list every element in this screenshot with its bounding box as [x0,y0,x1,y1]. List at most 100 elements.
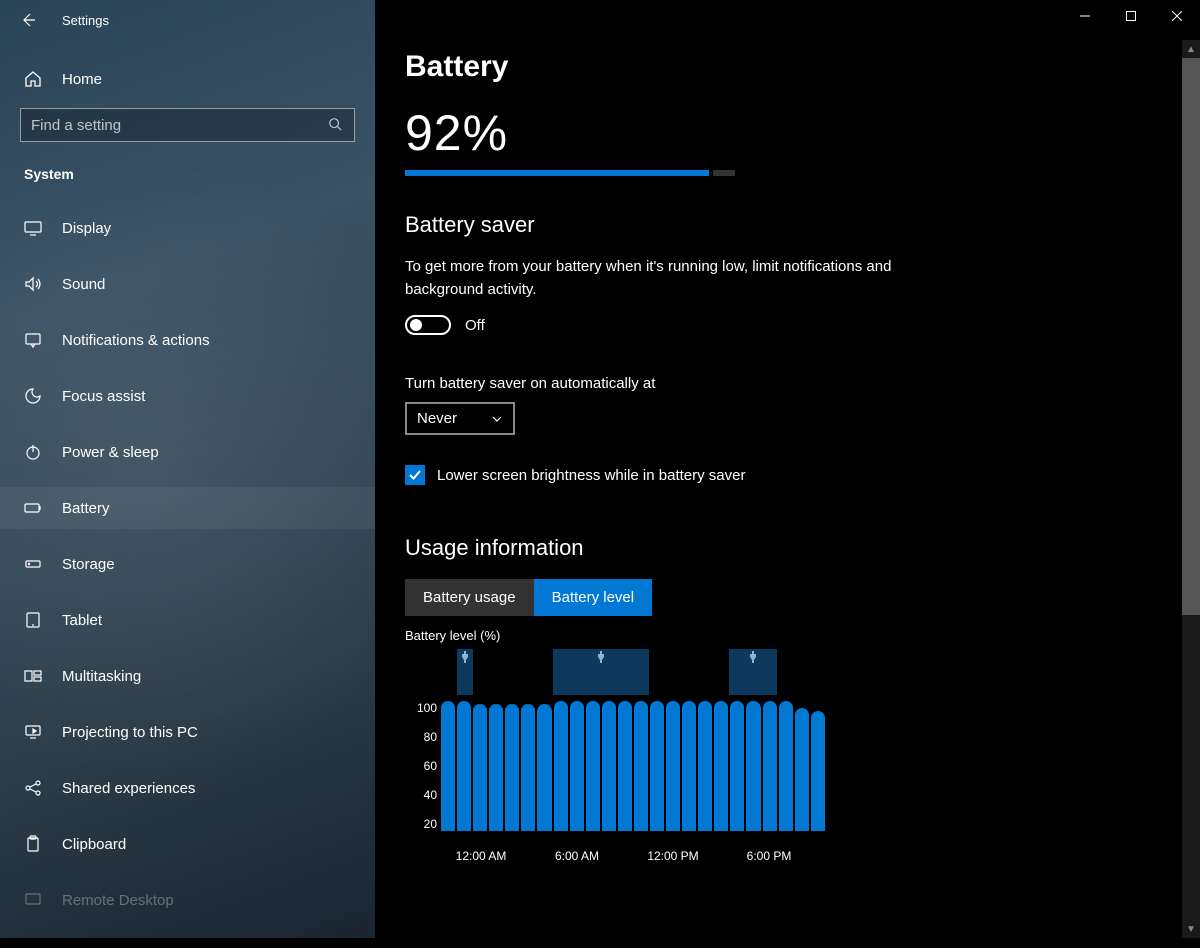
search-box[interactable] [20,108,355,142]
display-icon [24,219,42,237]
sidebar-item-shared-experiences[interactable]: Shared experiences [20,767,355,809]
nav-label: Sound [62,276,105,293]
page-title: Battery [405,50,1170,84]
scroll-down-arrow[interactable]: ▼ [1182,920,1200,938]
auto-on-value: Never [417,410,457,427]
lower-brightness-checkbox[interactable] [405,465,425,485]
chart-bar [554,701,568,831]
nav-label: Remote Desktop [62,892,174,909]
chart-bar [763,701,777,831]
clipboard-icon [24,835,42,853]
minimize-button[interactable] [1062,0,1108,32]
chart-bar [650,701,664,831]
main-panel: Battery 92% Battery saver To get more fr… [375,0,1200,938]
chart-bar [714,701,728,831]
battery-level-chart: 10080604020 12:00 AM6:00 AM12:00 PM6:00 … [405,649,825,849]
sound-icon [24,275,42,293]
search-input[interactable] [31,117,328,134]
usage-tabs: Battery usageBattery level [405,579,1170,616]
y-tick: 60 [405,759,437,773]
chart-bar [457,701,471,831]
nav-label: Shared experiences [62,780,195,797]
sidebar-item-power-sleep[interactable]: Power & sleep [20,431,355,473]
sidebar-item-sound[interactable]: Sound [20,263,355,305]
chart-bar [811,711,825,831]
x-tick: 12:00 PM [647,849,698,863]
chart-bar [795,708,809,832]
battery-percent: 92% [405,104,1170,162]
sidebar-item-clipboard[interactable]: Clipboard [20,823,355,865]
chart-y-axis: 100 80 60 40 20 [405,701,437,831]
chart-bar [489,704,503,831]
sidebar-item-multitasking[interactable]: Multitasking [20,655,355,697]
storage-icon [24,555,42,573]
tab-battery-level[interactable]: Battery level [534,579,653,616]
auto-on-label: Turn battery saver on automatically at [405,375,1170,392]
chart-bar [634,701,648,831]
chevron-down-icon [491,413,503,425]
tab-battery-usage[interactable]: Battery usage [405,579,534,616]
battery-saver-heading: Battery saver [405,212,1170,238]
chart-bar [537,704,551,831]
sidebar-item-battery[interactable]: Battery [0,487,375,529]
chart-bar [730,701,744,831]
y-tick: 40 [405,788,437,802]
battery-bar-gap [709,170,713,176]
focus-assist-icon [24,387,42,405]
chart-bar [666,701,680,831]
plug-icon [461,651,469,663]
chart-bar [586,701,600,831]
charging-indicator [553,649,649,695]
remote-icon [24,891,42,909]
x-tick: 6:00 AM [555,849,599,863]
chart-bar [521,704,535,831]
shared-icon [24,779,42,797]
projecting-icon [24,723,42,741]
sidebar-item-display[interactable]: Display [20,207,355,249]
battery-saver-toggle-label: Off [465,317,485,334]
chart-bar [746,701,760,831]
chart-bar [570,701,584,831]
battery-saver-desc: To get more from your battery when it's … [405,256,945,301]
window-controls [1062,0,1200,32]
home-icon [24,70,42,88]
content: Battery 92% Battery saver To get more fr… [375,0,1200,938]
auto-on-dropdown[interactable]: Never [405,402,515,435]
sidebar-item-focus-assist[interactable]: Focus assist [20,375,355,417]
settings-sidebar: Settings Home System Display Sound Notific… [0,0,375,938]
nav-label: Storage [62,556,115,573]
sidebar-item-notifications-actions[interactable]: Notifications & actions [20,319,355,361]
nav-label: Focus assist [62,388,145,405]
chart-bar [779,701,793,831]
plug-icon [749,651,757,663]
charging-indicator [729,649,777,695]
y-tick: 20 [405,817,437,831]
tablet-icon [24,611,42,629]
battery-saver-toggle[interactable] [405,315,451,335]
close-button[interactable] [1154,0,1200,32]
nav-label: Multitasking [62,668,141,685]
scrollbar-thumb[interactable] [1182,58,1200,615]
y-tick: 80 [405,730,437,744]
chart-title: Battery level (%) [405,628,1170,643]
power-icon [24,443,42,461]
chart-bar [618,701,632,831]
x-tick: 12:00 AM [456,849,507,863]
chart-bar [698,701,712,831]
nav-label: Tablet [62,612,102,629]
sidebar-item-tablet[interactable]: Tablet [20,599,355,641]
sidebar-item-storage[interactable]: Storage [20,543,355,585]
category-label: System [20,166,355,182]
multitasking-icon [24,667,42,685]
y-tick: 100 [405,701,437,715]
home-nav[interactable]: Home [20,60,355,108]
titlebar: Settings [0,0,375,40]
maximize-button[interactable] [1108,0,1154,32]
back-button[interactable] [18,10,38,30]
sidebar-item-remote-desktop[interactable]: Remote Desktop [20,879,355,921]
battery-level-bar [405,170,735,176]
chart-bar [473,704,487,831]
sidebar-item-projecting-to-this-pc[interactable]: Projecting to this PC [20,711,355,753]
scroll-up-arrow[interactable]: ▲ [1182,40,1200,58]
vertical-scrollbar[interactable]: ▲ ▼ [1182,40,1200,938]
